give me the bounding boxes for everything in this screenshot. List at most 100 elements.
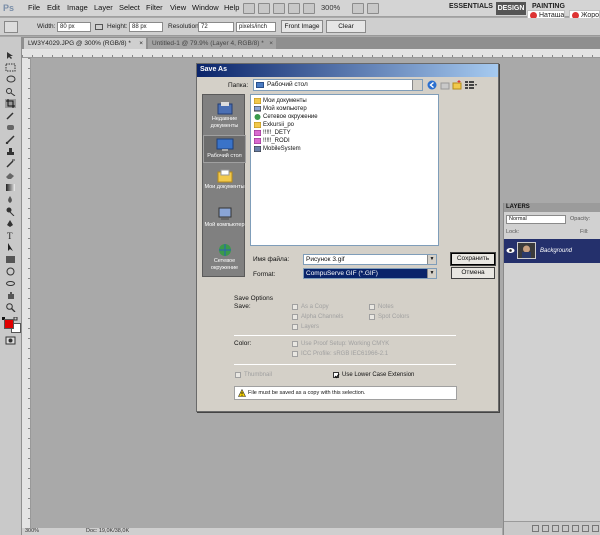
alpha-channels-checkbox[interactable]: Alpha Channels [292, 314, 343, 321]
arrange-documents-icon[interactable] [352, 3, 364, 14]
format-select[interactable]: CompuServe GIF (*.GIF) ▼ [303, 268, 437, 279]
cancel-button[interactable]: Отмена [451, 267, 495, 279]
gradient-tool-icon[interactable] [5, 183, 16, 192]
bridge-icon[interactable] [243, 3, 255, 14]
hand-view-icon[interactable] [273, 3, 285, 14]
eraser-tool-icon[interactable] [5, 171, 16, 180]
lower-case-extension-checkbox[interactable]: Use Lower Case Extension [333, 372, 414, 379]
blur-tool-icon[interactable] [5, 195, 16, 204]
foreground-color-swatch[interactable] [4, 319, 14, 329]
marquee-tool-icon[interactable] [5, 63, 16, 72]
menu-filter[interactable]: Filter [146, 3, 163, 13]
menu-image[interactable]: Image [67, 3, 88, 13]
folder-select[interactable]: Рабочий стол [253, 79, 423, 91]
swap-dimensions-icon[interactable] [95, 24, 103, 30]
menu-window[interactable]: Window [192, 3, 219, 13]
thumbnail-checkbox[interactable]: Thumbnail [235, 372, 272, 379]
menu-select[interactable]: Select [119, 3, 140, 13]
adjustment-layer-icon[interactable] [562, 525, 569, 532]
crop-tool-preset-icon[interactable] [4, 21, 18, 33]
height-input[interactable]: 88 px [129, 22, 163, 32]
use-proof-setup-checkbox[interactable]: Use Proof Setup: Working CMYK [292, 341, 389, 348]
lasso-tool-icon[interactable] [5, 75, 16, 84]
icc-profile-checkbox[interactable]: ICC Profile: sRGB IEC61966-2.1 [292, 351, 388, 358]
crop-tool-icon[interactable] [5, 99, 16, 108]
healing-brush-tool-icon[interactable] [5, 123, 16, 132]
layers-checkbox[interactable]: Layers [292, 324, 319, 331]
clear-button[interactable]: Clear [326, 20, 366, 33]
close-icon[interactable]: × [269, 38, 273, 49]
workspace-painting[interactable]: PAINTING [532, 3, 565, 10]
front-image-button[interactable]: Front Image [281, 20, 323, 33]
new-layer-icon[interactable] [582, 525, 589, 532]
width-input[interactable]: 80 px [57, 22, 91, 32]
layer-mask-icon[interactable] [552, 525, 559, 532]
link-layers-icon[interactable] [532, 525, 539, 532]
hand-tool-icon[interactable] [5, 291, 16, 300]
file-list[interactable]: Мои документы Мой компьютер Сетевое окру… [250, 94, 439, 246]
menu-help[interactable]: Help [224, 3, 239, 13]
menu-layer[interactable]: Layer [94, 3, 113, 13]
eyedropper-tool-icon[interactable] [5, 111, 16, 120]
zoom-tool-icon[interactable] [5, 303, 16, 312]
status-zoom[interactable]: 300% [25, 528, 39, 535]
up-folder-icon[interactable] [440, 80, 450, 90]
menu-edit[interactable]: Edit [47, 3, 60, 13]
layer-row-background[interactable]: Background [504, 239, 600, 263]
notes-checkbox[interactable]: Notes [369, 304, 394, 311]
3d-rotate-tool-icon[interactable] [5, 267, 16, 276]
close-icon[interactable]: × [139, 38, 143, 49]
menu-view[interactable]: View [170, 3, 186, 13]
new-folder-icon[interactable] [452, 80, 462, 90]
move-tool-icon[interactable] [5, 51, 16, 60]
save-button[interactable]: Сохранить [450, 252, 496, 266]
list-item[interactable]: !!!!!_DETY [254, 129, 291, 137]
list-item[interactable]: Exkursii_po [254, 121, 294, 129]
filename-input[interactable]: Рисунок 3.gif ▼ [303, 254, 437, 265]
clone-stamp-tool-icon[interactable] [5, 147, 16, 156]
back-icon[interactable] [427, 80, 437, 90]
zoom-view-icon[interactable] [288, 3, 300, 14]
zoom-level-select[interactable]: 300% [321, 3, 340, 12]
eye-icon[interactable] [506, 247, 515, 254]
list-item[interactable]: Мой компьютер [254, 105, 307, 113]
quick-mask-icon[interactable] [5, 336, 16, 345]
layers-tab[interactable]: LAYERS [506, 204, 530, 210]
chevron-down-icon[interactable]: ▼ [427, 255, 436, 264]
3d-orbit-tool-icon[interactable] [5, 279, 16, 288]
new-group-icon[interactable] [572, 525, 579, 532]
document-tab[interactable]: Untitled-1 @ 79.9% (Layer 4, RGB/8) * × [148, 38, 276, 49]
screen-mode-icon[interactable] [367, 3, 379, 14]
rectangle-tool-icon[interactable] [5, 255, 16, 264]
list-item[interactable]: MobileSystem [254, 145, 301, 153]
workspace-design[interactable]: DESIGN [496, 2, 526, 15]
dialog-title-bar[interactable]: Save As [197, 64, 498, 77]
brush-tool-icon[interactable] [5, 135, 16, 144]
place-network[interactable]: Сетевое окружение [203, 241, 246, 275]
document-tab-active[interactable]: LW3Y4029.JPG @ 300% (RGB/8) * × [24, 38, 146, 49]
menu-file[interactable]: File [28, 3, 40, 13]
place-my-computer[interactable]: Мой компьютер [203, 205, 246, 241]
list-item[interactable]: !!!!!_RODI [254, 137, 290, 145]
blend-mode-select[interactable]: Normal [506, 215, 566, 224]
place-recent[interactable]: Недавние документы [203, 99, 246, 133]
list-item[interactable]: Мои документы [254, 97, 307, 105]
as-a-copy-checkbox[interactable]: As a Copy [292, 304, 329, 311]
quick-selection-tool-icon[interactable] [5, 87, 16, 96]
place-desktop[interactable]: Рабочий стол [203, 135, 246, 163]
history-brush-tool-icon[interactable] [5, 159, 16, 168]
workspace-essentials[interactable]: ESSENTIALS [449, 3, 493, 10]
view-menu-icon[interactable] [464, 80, 478, 90]
resolution-unit-select[interactable]: pixels/inch [236, 22, 276, 32]
spot-colors-checkbox[interactable]: Spot Colors [369, 314, 409, 321]
rotate-view-icon[interactable] [303, 3, 315, 14]
layer-style-icon[interactable] [542, 525, 549, 532]
resolution-input[interactable]: 72 [198, 22, 234, 32]
type-tool-icon[interactable]: T [5, 231, 16, 240]
dodge-tool-icon[interactable] [5, 207, 16, 216]
place-my-documents[interactable]: Мои документы [203, 167, 246, 203]
trash-icon[interactable] [592, 525, 599, 532]
path-selection-tool-icon[interactable] [5, 243, 16, 252]
chevron-down-icon[interactable]: ▼ [427, 269, 436, 278]
chevron-down-icon[interactable] [412, 80, 422, 90]
